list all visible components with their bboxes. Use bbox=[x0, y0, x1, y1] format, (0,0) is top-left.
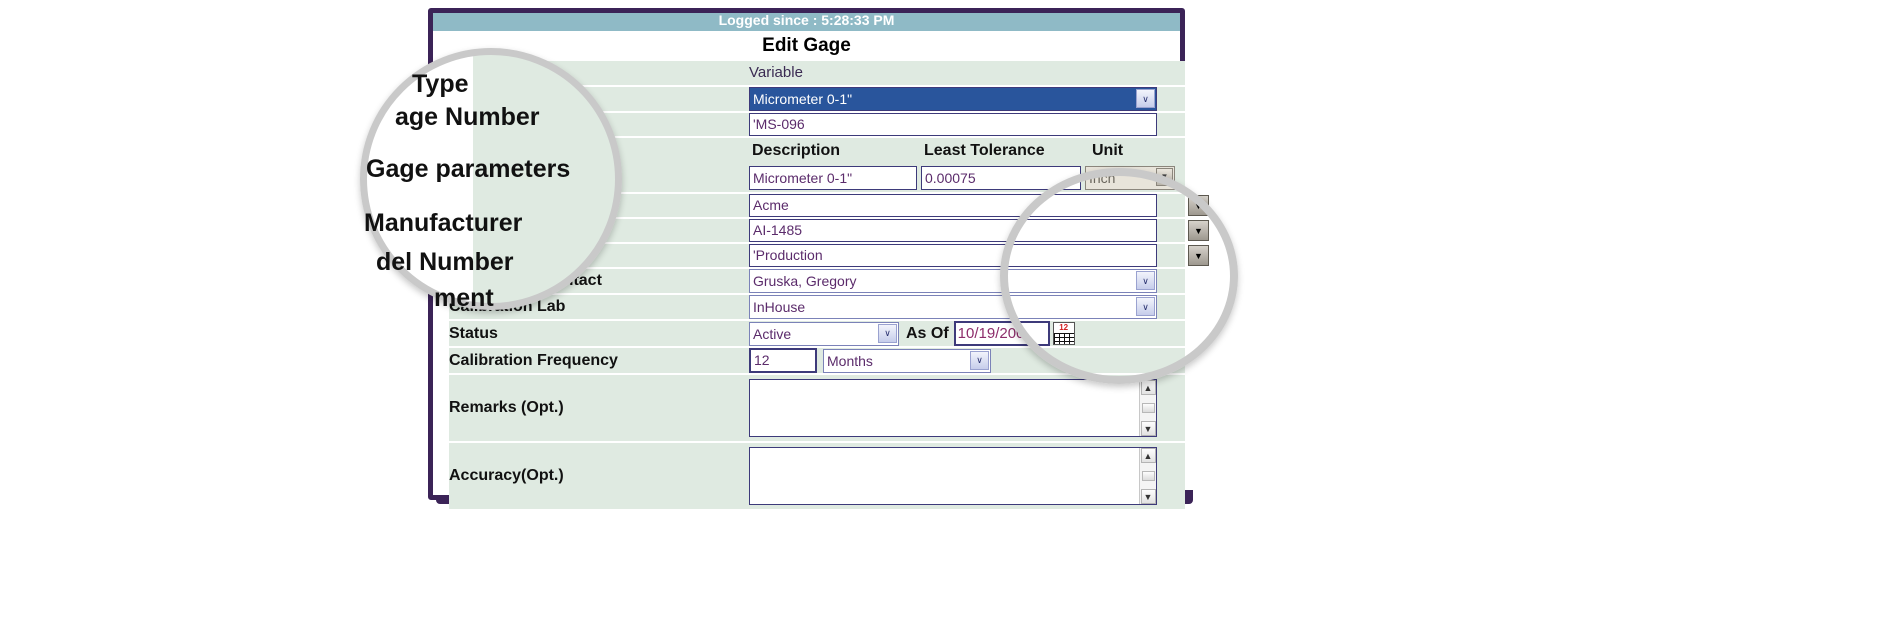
parameter-least-tolerance-input[interactable]: 0.00075 bbox=[921, 166, 1081, 190]
department-contact-select[interactable]: Gruska, Gregory ∨ bbox=[749, 269, 1157, 293]
label-status: Status bbox=[449, 320, 749, 347]
value-gage-parameters: Description Least Tolerance Unit Microme… bbox=[749, 137, 1185, 193]
calibration-lab-value: InHouse bbox=[753, 299, 805, 315]
column-header-unit: Unit bbox=[1092, 142, 1182, 160]
parameter-unit-value: Inch bbox=[1089, 170, 1115, 186]
value-department: 'Production ▼ bbox=[749, 243, 1185, 268]
edit-gage-window: Logged since : 5:28:33 PM Edit Gage Vari… bbox=[428, 8, 1185, 500]
accuracy-scrollbar[interactable]: ▲ ▼ bbox=[1139, 448, 1156, 504]
department-contact-value: Gruska, Gregory bbox=[753, 273, 856, 289]
row-label-blank bbox=[449, 61, 749, 86]
as-of-label: As Of bbox=[906, 325, 949, 343]
scroll-down-icon[interactable]: ▼ bbox=[1141, 421, 1156, 436]
model-number-dropdown-button[interactable]: ▼ bbox=[1188, 220, 1209, 241]
calendar-icon-grid bbox=[1054, 333, 1074, 344]
department-input[interactable]: 'Production bbox=[749, 244, 1157, 267]
form-row-accuracy: Accuracy(Opt.) ▲ ▼ bbox=[449, 442, 1185, 510]
logged-since-bar: Logged since : 5:28:33 PM bbox=[433, 13, 1180, 31]
frequency-unit-value: Months bbox=[827, 353, 873, 369]
value-gage-number: 'MS-096 bbox=[749, 112, 1185, 137]
calibration-lab-select[interactable]: InHouse ∨ bbox=[749, 295, 1157, 319]
value-accuracy: ▲ ▼ bbox=[749, 442, 1185, 510]
edit-gage-form: Variable Gage Type Micrometer 0-1" ∨ Gag… bbox=[449, 61, 1185, 511]
manufacturer-dropdown-button[interactable]: ▼ bbox=[1188, 195, 1209, 216]
value-remarks: ▲ ▼ bbox=[749, 374, 1185, 442]
scroll-up-icon[interactable]: ▲ bbox=[1141, 380, 1156, 395]
status-value: Active bbox=[753, 326, 791, 342]
gage-number-input[interactable]: 'MS-096 bbox=[749, 113, 1157, 136]
scrollbar-thumb[interactable] bbox=[1142, 403, 1155, 413]
label-calibration-frequency: Calibration Frequency bbox=[449, 347, 749, 374]
row-value-variable: Variable bbox=[749, 61, 1185, 86]
magnified-label-gage-number: age Number bbox=[395, 103, 539, 132]
form-row-calibration-frequency: Calibration Frequency 12 Months ∨ bbox=[449, 347, 1185, 374]
remarks-textarea[interactable]: ▲ ▼ bbox=[749, 379, 1157, 437]
gage-class-text: Variable bbox=[749, 61, 1185, 85]
value-department-contact: Gruska, Gregory ∨ bbox=[749, 268, 1185, 294]
gage-parameters-row: Micrometer 0-1" 0.00075 Inch ▼ bbox=[749, 164, 1185, 192]
as-of-date-input[interactable]: 10/19/200 bbox=[954, 321, 1050, 346]
status-select[interactable]: Active ∨ bbox=[749, 322, 899, 346]
label-accuracy: Accuracy(Opt.) bbox=[449, 442, 749, 510]
column-header-description: Description bbox=[749, 142, 924, 160]
form-row-remarks: Remarks (Opt.) ▲ ▼ bbox=[449, 374, 1185, 442]
frequency-controls: 12 Months ∨ bbox=[749, 348, 1185, 373]
chevron-down-icon[interactable]: ∨ bbox=[1136, 271, 1155, 290]
value-gage-type: Micrometer 0-1" ∨ bbox=[749, 86, 1185, 112]
form-row-status: Status Active ∨ As Of 10/19/200 12 bbox=[449, 320, 1185, 347]
remarks-scrollbar[interactable]: ▲ ▼ bbox=[1139, 380, 1156, 436]
calendar-icon-digits: 12 bbox=[1054, 323, 1074, 333]
parameter-unit-select[interactable]: Inch ▼ bbox=[1085, 166, 1175, 190]
gage-type-select[interactable]: Micrometer 0-1" ∨ bbox=[749, 87, 1157, 111]
parameter-description-input[interactable]: Micrometer 0-1" bbox=[749, 166, 917, 190]
magnified-label-model-number: del Number bbox=[376, 248, 514, 277]
form-row-manufacturer: Manufacturer Acme ▼ bbox=[449, 193, 1185, 218]
value-model-number: AI-1485 ▼ bbox=[749, 218, 1185, 243]
label-calibration-lab: Calibration Lab bbox=[449, 294, 749, 320]
chevron-down-icon: ▼ bbox=[1194, 251, 1203, 261]
chevron-down-icon[interactable]: ∨ bbox=[1136, 297, 1155, 316]
calendar-icon[interactable]: 12 bbox=[1053, 322, 1075, 345]
model-number-input[interactable]: AI-1485 bbox=[749, 219, 1157, 242]
value-status: Active ∨ As Of 10/19/200 12 bbox=[749, 320, 1185, 347]
magnified-label-manufacturer: Manufacturer bbox=[364, 209, 522, 238]
value-calibration-frequency: 12 Months ∨ bbox=[749, 347, 1185, 374]
gage-parameters-header: Description Least Tolerance Unit bbox=[749, 138, 1185, 164]
value-calibration-lab: InHouse ∨ bbox=[749, 294, 1185, 320]
chevron-down-icon[interactable]: ∨ bbox=[970, 351, 989, 370]
scroll-down-icon[interactable]: ▼ bbox=[1141, 489, 1156, 504]
form-row-variable: Variable bbox=[449, 61, 1185, 86]
chevron-down-icon: ▼ bbox=[1194, 226, 1203, 236]
form-row-department: Department 'Production ▼ bbox=[449, 243, 1185, 268]
magnified-label-department: ment bbox=[434, 284, 494, 313]
page-title: Edit Gage bbox=[433, 31, 1180, 61]
label-remarks: Remarks (Opt.) bbox=[449, 374, 749, 442]
chevron-down-icon: ▼ bbox=[1194, 201, 1203, 211]
magnified-label-gage-type: Type bbox=[412, 70, 469, 99]
value-manufacturer: Acme ▼ bbox=[749, 193, 1185, 218]
status-controls: Active ∨ As Of 10/19/200 12 bbox=[749, 321, 1185, 346]
chevron-down-icon[interactable]: ▼ bbox=[1156, 168, 1173, 186]
chevron-down-icon[interactable]: ∨ bbox=[878, 324, 897, 343]
scrollbar-thumb[interactable] bbox=[1142, 471, 1155, 481]
frequency-number-input[interactable]: 12 bbox=[749, 348, 817, 373]
chevron-down-icon[interactable]: ∨ bbox=[1136, 89, 1155, 108]
scroll-up-icon[interactable]: ▲ bbox=[1141, 448, 1156, 463]
form-row-calibration-lab: Calibration Lab InHouse ∨ bbox=[449, 294, 1185, 320]
form-row-gage-type: Gage Type Micrometer 0-1" ∨ bbox=[449, 86, 1185, 112]
form-row-department-contact: Department Contact Gruska, Gregory ∨ bbox=[449, 268, 1185, 294]
frequency-unit-select[interactable]: Months ∨ bbox=[823, 349, 991, 373]
form-row-gage-number: Gage Number 'MS-096 bbox=[449, 112, 1185, 137]
accuracy-textarea[interactable]: ▲ ▼ bbox=[749, 447, 1157, 505]
magnified-label-gage-parameters: Gage parameters bbox=[366, 155, 570, 184]
column-header-least-tolerance: Least Tolerance bbox=[924, 142, 1092, 160]
form-row-model-number: Model Number AI-1485 ▼ bbox=[449, 218, 1185, 243]
manufacturer-input[interactable]: Acme bbox=[749, 194, 1157, 217]
gage-type-select-value: Micrometer 0-1" bbox=[753, 91, 852, 107]
department-dropdown-button[interactable]: ▼ bbox=[1188, 245, 1209, 266]
